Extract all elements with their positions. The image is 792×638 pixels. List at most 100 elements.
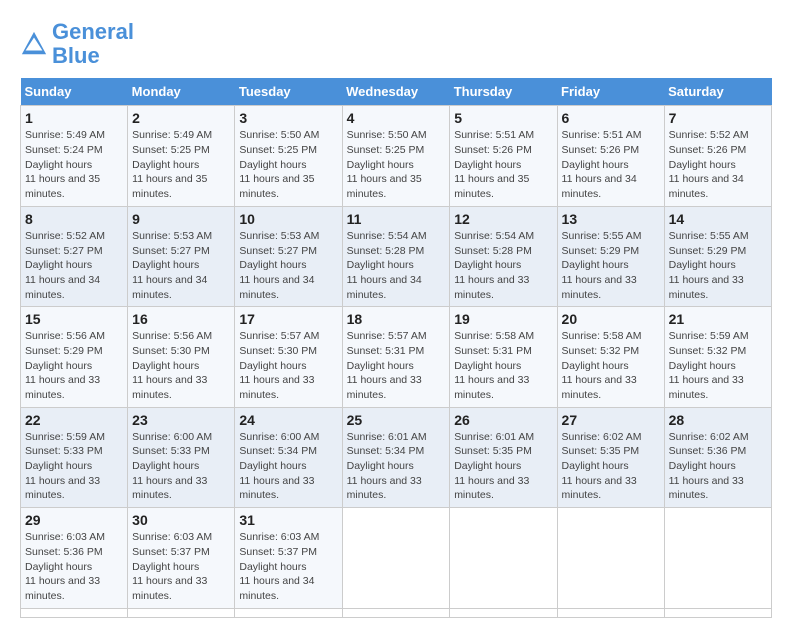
day-info: Sunrise: 5:50 AM Sunset: 5:25 PM Dayligh… bbox=[347, 128, 446, 201]
day-info: Sunrise: 6:00 AM Sunset: 5:33 PM Dayligh… bbox=[132, 430, 230, 503]
day-number: 1 bbox=[25, 110, 123, 126]
day-info: Sunrise: 5:59 AM Sunset: 5:32 PM Dayligh… bbox=[669, 329, 767, 402]
day-cell-12: 12 Sunrise: 5:54 AM Sunset: 5:28 PM Dayl… bbox=[450, 206, 557, 306]
day-info: Sunrise: 5:49 AM Sunset: 5:24 PM Dayligh… bbox=[25, 128, 123, 201]
day-info: Sunrise: 5:59 AM Sunset: 5:33 PM Dayligh… bbox=[25, 430, 123, 503]
day-cell-19: 19 Sunrise: 5:58 AM Sunset: 5:31 PM Dayl… bbox=[450, 307, 557, 407]
day-number: 21 bbox=[669, 311, 767, 327]
day-number: 6 bbox=[562, 110, 660, 126]
empty-cell bbox=[450, 508, 557, 608]
day-info: Sunrise: 6:03 AM Sunset: 5:37 PM Dayligh… bbox=[132, 530, 230, 603]
day-number: 8 bbox=[25, 211, 123, 227]
day-cell-1: 1 Sunrise: 5:49 AM Sunset: 5:24 PM Dayli… bbox=[21, 106, 128, 206]
day-cell-9: 9 Sunrise: 5:53 AM Sunset: 5:27 PM Dayli… bbox=[128, 206, 235, 306]
logo-text: GeneralBlue bbox=[52, 20, 134, 68]
day-number: 28 bbox=[669, 412, 767, 428]
day-cell-6: 6 Sunrise: 5:51 AM Sunset: 5:26 PM Dayli… bbox=[557, 106, 664, 206]
day-info: Sunrise: 5:57 AM Sunset: 5:31 PM Dayligh… bbox=[347, 329, 446, 402]
day-cell-22: 22 Sunrise: 5:59 AM Sunset: 5:33 PM Dayl… bbox=[21, 407, 128, 507]
day-number: 26 bbox=[454, 412, 552, 428]
calendar-week-row: 8 Sunrise: 5:52 AM Sunset: 5:27 PM Dayli… bbox=[21, 206, 772, 306]
day-cell-10: 10 Sunrise: 5:53 AM Sunset: 5:27 PM Dayl… bbox=[235, 206, 342, 306]
day-info: Sunrise: 5:56 AM Sunset: 5:29 PM Dayligh… bbox=[25, 329, 123, 402]
day-number: 16 bbox=[132, 311, 230, 327]
day-cell-5: 5 Sunrise: 5:51 AM Sunset: 5:26 PM Dayli… bbox=[450, 106, 557, 206]
day-number: 24 bbox=[239, 412, 337, 428]
day-number: 18 bbox=[347, 311, 446, 327]
page-header: GeneralBlue bbox=[20, 20, 772, 68]
day-info: Sunrise: 5:51 AM Sunset: 5:26 PM Dayligh… bbox=[454, 128, 552, 201]
day-cell-30: 30 Sunrise: 6:03 AM Sunset: 5:37 PM Dayl… bbox=[128, 508, 235, 608]
day-number: 13 bbox=[562, 211, 660, 227]
day-number: 15 bbox=[25, 311, 123, 327]
header-monday: Monday bbox=[128, 78, 235, 106]
empty-cell bbox=[664, 608, 771, 617]
day-cell-25: 25 Sunrise: 6:01 AM Sunset: 5:34 PM Dayl… bbox=[342, 407, 450, 507]
day-info: Sunrise: 5:56 AM Sunset: 5:30 PM Dayligh… bbox=[132, 329, 230, 402]
header-wednesday: Wednesday bbox=[342, 78, 450, 106]
day-cell-21: 21 Sunrise: 5:59 AM Sunset: 5:32 PM Dayl… bbox=[664, 307, 771, 407]
day-cell-3: 3 Sunrise: 5:50 AM Sunset: 5:25 PM Dayli… bbox=[235, 106, 342, 206]
logo: GeneralBlue bbox=[20, 20, 134, 68]
empty-cell bbox=[557, 508, 664, 608]
day-number: 23 bbox=[132, 412, 230, 428]
day-number: 9 bbox=[132, 211, 230, 227]
day-info: Sunrise: 6:00 AM Sunset: 5:34 PM Dayligh… bbox=[239, 430, 337, 503]
day-cell-4: 4 Sunrise: 5:50 AM Sunset: 5:25 PM Dayli… bbox=[342, 106, 450, 206]
day-number: 22 bbox=[25, 412, 123, 428]
calendar-header-row: SundayMondayTuesdayWednesdayThursdayFrid… bbox=[21, 78, 772, 106]
calendar-week-row: 29 Sunrise: 6:03 AM Sunset: 5:36 PM Dayl… bbox=[21, 508, 772, 608]
day-number: 29 bbox=[25, 512, 123, 528]
day-number: 17 bbox=[239, 311, 337, 327]
header-thursday: Thursday bbox=[450, 78, 557, 106]
day-number: 31 bbox=[239, 512, 337, 528]
day-info: Sunrise: 5:58 AM Sunset: 5:32 PM Dayligh… bbox=[562, 329, 660, 402]
day-cell-26: 26 Sunrise: 6:01 AM Sunset: 5:35 PM Dayl… bbox=[450, 407, 557, 507]
day-number: 7 bbox=[669, 110, 767, 126]
calendar-body: 1 Sunrise: 5:49 AM Sunset: 5:24 PM Dayli… bbox=[21, 106, 772, 617]
day-cell-31: 31 Sunrise: 6:03 AM Sunset: 5:37 PM Dayl… bbox=[235, 508, 342, 608]
calendar-week-row: 22 Sunrise: 5:59 AM Sunset: 5:33 PM Dayl… bbox=[21, 407, 772, 507]
day-cell-16: 16 Sunrise: 5:56 AM Sunset: 5:30 PM Dayl… bbox=[128, 307, 235, 407]
calendar-week-row: 1 Sunrise: 5:49 AM Sunset: 5:24 PM Dayli… bbox=[21, 106, 772, 206]
day-cell-14: 14 Sunrise: 5:55 AM Sunset: 5:29 PM Dayl… bbox=[664, 206, 771, 306]
day-cell-28: 28 Sunrise: 6:02 AM Sunset: 5:36 PM Dayl… bbox=[664, 407, 771, 507]
empty-cell bbox=[128, 608, 235, 617]
empty-cell bbox=[557, 608, 664, 617]
day-info: Sunrise: 5:53 AM Sunset: 5:27 PM Dayligh… bbox=[239, 229, 337, 302]
calendar-table: SundayMondayTuesdayWednesdayThursdayFrid… bbox=[20, 78, 772, 617]
day-info: Sunrise: 5:53 AM Sunset: 5:27 PM Dayligh… bbox=[132, 229, 230, 302]
logo-icon bbox=[20, 30, 48, 58]
day-cell-29: 29 Sunrise: 6:03 AM Sunset: 5:36 PM Dayl… bbox=[21, 508, 128, 608]
empty-cell bbox=[342, 608, 450, 617]
header-friday: Friday bbox=[557, 78, 664, 106]
day-number: 25 bbox=[347, 412, 446, 428]
empty-cell bbox=[235, 608, 342, 617]
day-cell-15: 15 Sunrise: 5:56 AM Sunset: 5:29 PM Dayl… bbox=[21, 307, 128, 407]
day-cell-13: 13 Sunrise: 5:55 AM Sunset: 5:29 PM Dayl… bbox=[557, 206, 664, 306]
day-info: Sunrise: 6:01 AM Sunset: 5:35 PM Dayligh… bbox=[454, 430, 552, 503]
day-info: Sunrise: 5:52 AM Sunset: 5:27 PM Dayligh… bbox=[25, 229, 123, 302]
day-info: Sunrise: 6:03 AM Sunset: 5:37 PM Dayligh… bbox=[239, 530, 337, 603]
empty-cell bbox=[21, 608, 128, 617]
day-info: Sunrise: 6:01 AM Sunset: 5:34 PM Dayligh… bbox=[347, 430, 446, 503]
day-cell-24: 24 Sunrise: 6:00 AM Sunset: 5:34 PM Dayl… bbox=[235, 407, 342, 507]
calendar-week-row: 15 Sunrise: 5:56 AM Sunset: 5:29 PM Dayl… bbox=[21, 307, 772, 407]
day-info: Sunrise: 5:50 AM Sunset: 5:25 PM Dayligh… bbox=[239, 128, 337, 201]
day-cell-27: 27 Sunrise: 6:02 AM Sunset: 5:35 PM Dayl… bbox=[557, 407, 664, 507]
empty-cell bbox=[342, 508, 450, 608]
day-info: Sunrise: 5:54 AM Sunset: 5:28 PM Dayligh… bbox=[454, 229, 552, 302]
day-cell-18: 18 Sunrise: 5:57 AM Sunset: 5:31 PM Dayl… bbox=[342, 307, 450, 407]
empty-cell bbox=[450, 608, 557, 617]
day-number: 20 bbox=[562, 311, 660, 327]
day-info: Sunrise: 5:54 AM Sunset: 5:28 PM Dayligh… bbox=[347, 229, 446, 302]
empty-cell bbox=[664, 508, 771, 608]
day-number: 19 bbox=[454, 311, 552, 327]
day-number: 2 bbox=[132, 110, 230, 126]
day-cell-8: 8 Sunrise: 5:52 AM Sunset: 5:27 PM Dayli… bbox=[21, 206, 128, 306]
day-number: 4 bbox=[347, 110, 446, 126]
day-info: Sunrise: 5:58 AM Sunset: 5:31 PM Dayligh… bbox=[454, 329, 552, 402]
day-info: Sunrise: 5:51 AM Sunset: 5:26 PM Dayligh… bbox=[562, 128, 660, 201]
header-sunday: Sunday bbox=[21, 78, 128, 106]
day-info: Sunrise: 5:55 AM Sunset: 5:29 PM Dayligh… bbox=[562, 229, 660, 302]
